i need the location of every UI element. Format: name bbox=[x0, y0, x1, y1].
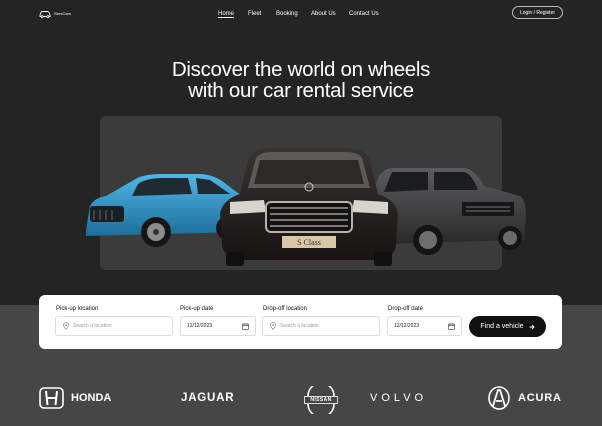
brand-acura[interactable]: ACURA bbox=[488, 385, 562, 411]
dropoff-location-label: Drop-off location bbox=[263, 306, 307, 312]
dropoff-location-input[interactable]: Search a location bbox=[262, 316, 380, 336]
find-vehicle-label: Find a vehicle bbox=[480, 323, 524, 330]
headline-line-2: with our car rental service bbox=[188, 79, 414, 102]
nav-home[interactable]: Home bbox=[218, 9, 234, 19]
pickup-location-placeholder: Search a location bbox=[73, 323, 112, 329]
map-pin-icon bbox=[270, 322, 276, 330]
acura-text: ACURA bbox=[518, 392, 562, 404]
dropoff-location-placeholder: Search a location bbox=[280, 323, 319, 329]
calendar-icon[interactable] bbox=[448, 323, 455, 330]
pickup-date-value: 12/12/2023 bbox=[187, 323, 213, 329]
hero-headline: Discover the world on wheels with our ca… bbox=[0, 59, 602, 101]
brand-jaguar[interactable]: JAGUAR bbox=[181, 385, 234, 411]
nav-about-us[interactable]: About Us bbox=[311, 9, 336, 19]
calendar-icon[interactable] bbox=[242, 323, 249, 330]
black-sedan: S Class bbox=[220, 148, 398, 266]
pickup-location-input[interactable]: Search a location bbox=[55, 316, 173, 336]
dropoff-date-label: Drop-off date bbox=[388, 306, 423, 312]
arrow-right-icon bbox=[529, 324, 535, 329]
nav-contact-us[interactable]: Contact Us bbox=[349, 9, 379, 19]
brand-volvo[interactable]: VOLVO bbox=[370, 385, 427, 411]
honda-logo-icon bbox=[39, 387, 64, 409]
grey-range-rover bbox=[376, 168, 526, 255]
blue-suv bbox=[86, 174, 244, 247]
license-plate-text: S Class bbox=[297, 238, 321, 247]
nav-fleet[interactable]: Fleet bbox=[248, 9, 261, 19]
acura-logo-icon bbox=[488, 386, 510, 410]
pickup-date-label: Pick-up date bbox=[180, 306, 214, 312]
honda-text: HONDA bbox=[71, 392, 112, 404]
map-pin-icon bbox=[63, 322, 69, 330]
nissan-text: NISSAN bbox=[310, 397, 332, 403]
dropoff-date-input[interactable]: 12/12/2023 bbox=[387, 316, 462, 336]
pickup-location-label: Pick-up location bbox=[56, 306, 99, 312]
dropoff-date-value: 12/12/2023 bbox=[394, 323, 420, 329]
headline-line-1: Discover the world on wheels bbox=[171, 58, 431, 81]
volvo-text: VOLVO bbox=[370, 392, 428, 404]
brand-nissan[interactable]: NISSAN bbox=[304, 386, 338, 414]
jaguar-text: JAGUAR bbox=[181, 392, 235, 404]
nav-booking[interactable]: Booking bbox=[276, 9, 298, 19]
cars-illustration: S Class bbox=[86, 148, 526, 266]
find-vehicle-button[interactable]: Find a vehicle bbox=[469, 316, 546, 337]
brand-honda[interactable]: HONDA bbox=[39, 385, 111, 411]
login-register-button[interactable]: Login / Register bbox=[512, 6, 563, 19]
pickup-date-input[interactable]: 12/12/2023 bbox=[180, 316, 256, 336]
